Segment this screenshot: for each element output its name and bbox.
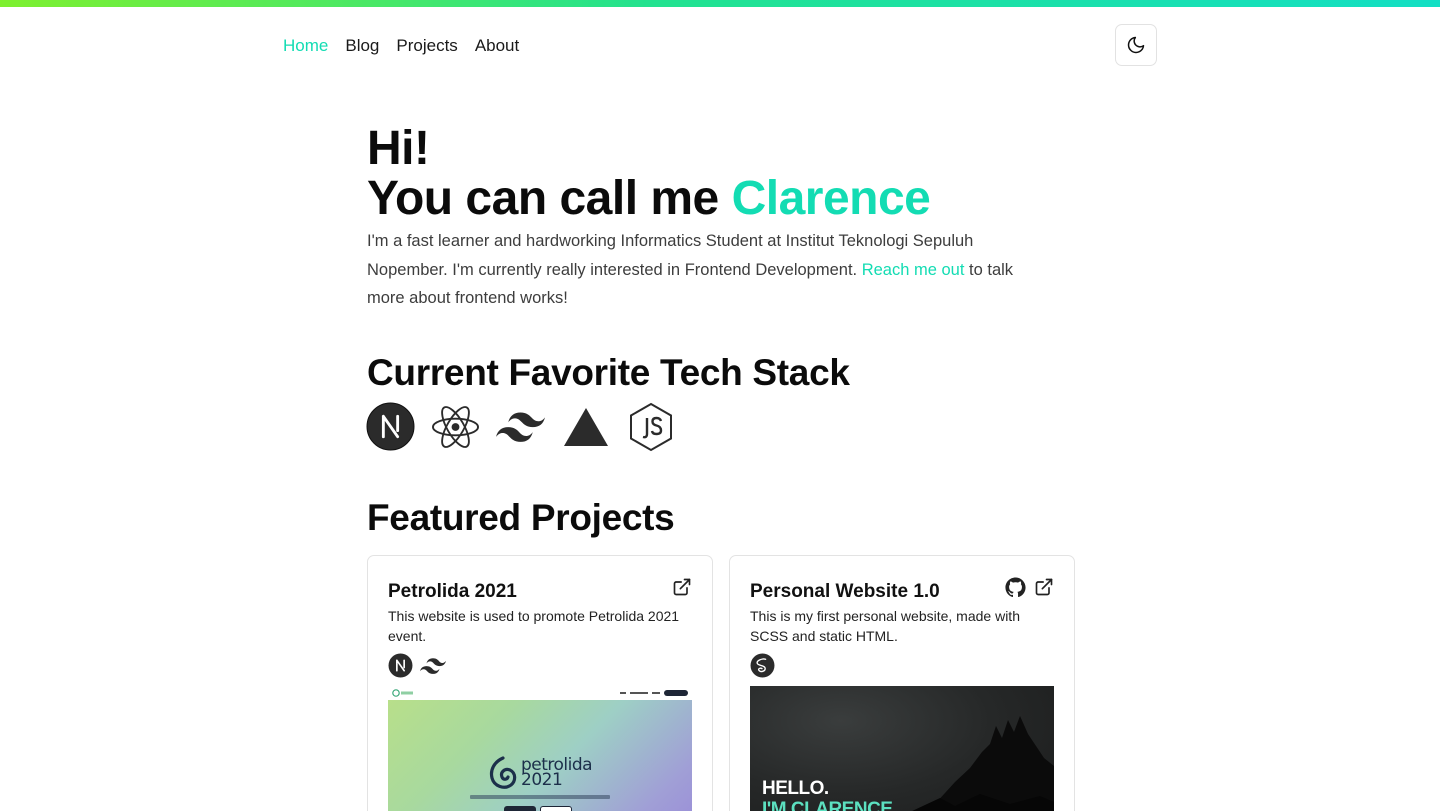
- tailwindcss-icon[interactable]: [496, 402, 545, 451]
- nextjs-icon: [388, 653, 413, 678]
- project-actions: [1005, 577, 1054, 598]
- external-link-icon[interactable]: [1034, 577, 1054, 597]
- hero-section: Hi! You can call me Clarence I'm a fast …: [367, 124, 1027, 313]
- preview-name: I'M CLARENCE: [762, 799, 893, 811]
- moon-icon: [1127, 36, 1145, 54]
- hero-intro: You can call me: [367, 172, 732, 225]
- project-description: This website is used to promote Petrolid…: [388, 608, 680, 644]
- preview-brand-year: 2021: [521, 770, 563, 790]
- preview-buttons: [504, 806, 572, 811]
- react-icon[interactable]: [431, 402, 480, 451]
- project-card-petrolida[interactable]: Petrolida 2021 This website is used to p…: [367, 555, 713, 811]
- nav-projects[interactable]: Projects: [396, 36, 457, 56]
- main-nav: Home Blog Projects About: [283, 36, 519, 56]
- preview-logo: [392, 689, 413, 697]
- project-preview-image: HELLO. I'M CLARENCE: [750, 686, 1054, 811]
- theme-toggle-button[interactable]: [1115, 24, 1157, 66]
- project-stack: [750, 653, 775, 678]
- hero-name: Clarence: [731, 172, 931, 225]
- sass-icon: [750, 653, 775, 678]
- preview-brand: petrolida 2021: [488, 756, 593, 790]
- hero-heading: Hi! You can call me Clarence: [367, 124, 1027, 224]
- tailwindcss-icon: [420, 657, 446, 674]
- preview-navbar: [388, 686, 692, 700]
- project-card-personal-website[interactable]: Personal Website 1.0 This is my first pe…: [729, 555, 1075, 811]
- preview-hello: HELLO.: [762, 778, 829, 799]
- external-link-icon[interactable]: [672, 577, 692, 597]
- nav-blog[interactable]: Blog: [345, 36, 379, 56]
- reach-me-out-link[interactable]: Reach me out: [862, 261, 965, 279]
- github-icon[interactable]: [1005, 577, 1026, 598]
- nav-about[interactable]: About: [475, 36, 519, 56]
- nav-home[interactable]: Home: [283, 36, 328, 56]
- petrolida-logo-icon: [489, 756, 517, 789]
- tech-stack-title: Current Favorite Tech Stack: [367, 352, 850, 393]
- project-title: Personal Website 1.0: [750, 581, 940, 602]
- preview-brand-year-row: 2021: [521, 770, 592, 790]
- project-actions: [672, 577, 692, 597]
- project-stack: [388, 653, 446, 678]
- project-description: This is my first personal website, made …: [750, 608, 1020, 644]
- nextjs-icon[interactable]: [366, 402, 415, 451]
- tech-stack-list: [366, 402, 675, 451]
- preview-tagline: [470, 795, 610, 799]
- hero-greeting: Hi!: [367, 122, 430, 175]
- top-gradient-bar: [0, 0, 1440, 7]
- project-preview-image: petrolida 2021: [388, 686, 692, 811]
- vercel-icon[interactable]: [561, 402, 610, 451]
- preview-nav-links: [620, 690, 688, 696]
- nodejs-icon[interactable]: [626, 402, 675, 451]
- project-title: Petrolida 2021: [388, 581, 517, 602]
- hero-bio: I'm a fast learner and hardworking Infor…: [367, 227, 1017, 313]
- featured-projects-title: Featured Projects: [367, 497, 675, 538]
